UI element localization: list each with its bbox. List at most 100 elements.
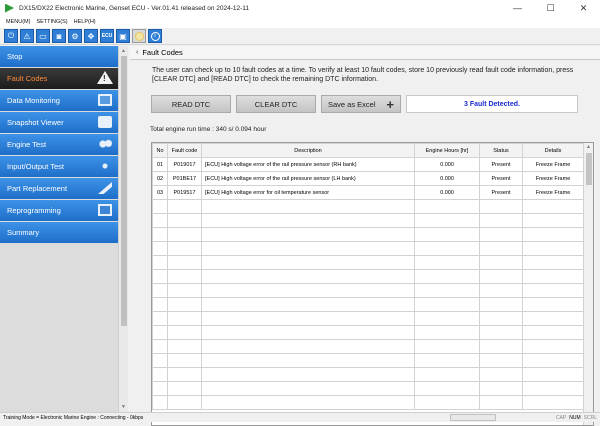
menu-main[interactable]: MENU(M): [6, 19, 30, 25]
scroll-up-icon[interactable]: ▲: [586, 144, 591, 150]
arrows-icon: [98, 160, 112, 172]
wrench-icon: [98, 182, 112, 194]
table-row: [152, 367, 584, 382]
warning-icon: [97, 71, 113, 84]
cell-engine-hours: 0.000: [414, 185, 480, 200]
cell-engine-hours: 0.000: [414, 157, 480, 172]
table-header-row: No Fault code Description Engine Hours […: [152, 143, 584, 158]
close-button[interactable]: ✕: [567, 0, 600, 16]
app-logo-icon: [5, 3, 14, 13]
sidebar-item-data-monitoring[interactable]: Data Monitoring: [0, 90, 118, 111]
sidebar-item-io-test[interactable]: Input/Output Test: [0, 156, 118, 177]
cell-fault-code: P019517: [167, 185, 202, 200]
header-fault-code: Fault code: [167, 143, 202, 158]
info-icon[interactable]: i: [148, 29, 162, 43]
cell-no: 01: [152, 157, 168, 172]
camera-icon: [98, 116, 112, 128]
save-excel-label: Save as Excel: [328, 99, 376, 109]
cell-details[interactable]: Freeze Frame: [522, 171, 584, 186]
read-dtc-button[interactable]: READ DTC: [151, 95, 231, 113]
sidebar-item-reprogramming[interactable]: Reprogramming: [0, 200, 118, 221]
table-row: [152, 311, 584, 326]
table-row: [152, 297, 584, 312]
chevron-left-icon: ‹: [136, 49, 139, 56]
header-engine-hours: Engine Hours [hr]: [414, 143, 480, 158]
cell-details[interactable]: Freeze Frame: [522, 157, 584, 172]
table-row: [152, 339, 584, 354]
scrl-indicator: SCRL: [583, 414, 597, 421]
cell-description: [ECU] High voltage error of the rail pre…: [201, 157, 415, 172]
table-row[interactable]: 02 P01BE17 [ECU] High voltage error of t…: [152, 171, 584, 186]
camera-icon[interactable]: ◙: [52, 29, 66, 43]
table-row: [152, 227, 584, 242]
sidebar-item-label: Engine Test: [7, 140, 47, 149]
toolbar: ⏻ ⚠ ▭ ◙ ⚙ ✥ ECU ▣ i: [0, 28, 600, 45]
cell-no: 03: [152, 185, 168, 200]
power-icon[interactable]: ⏻: [4, 29, 18, 43]
table-row: [152, 213, 584, 228]
monitor-icon: [98, 94, 112, 106]
cell-status: Present: [479, 185, 523, 200]
table-row: [152, 353, 584, 368]
scroll-up-icon[interactable]: ▲: [121, 48, 126, 54]
disc-icon[interactable]: [132, 29, 146, 43]
header-no: No: [152, 143, 168, 158]
sidebar-item-part-replacement[interactable]: Part Replacement: [0, 178, 118, 199]
gears-icon[interactable]: ⚙: [68, 29, 82, 43]
menu-help[interactable]: HELP(H): [74, 19, 96, 25]
warning-icon[interactable]: ⚠: [20, 29, 34, 43]
table-row: [152, 255, 584, 270]
num-indicator: NUM: [569, 414, 581, 421]
arrows-icon[interactable]: ✥: [84, 29, 98, 43]
cap-indicator: CAP: [555, 414, 567, 421]
sidebar-item-label: Snapshot Viewer: [7, 118, 64, 127]
table-row: [152, 241, 584, 256]
table-row: [152, 269, 584, 284]
panel-description: The user can check up to 10 fault codes …: [152, 67, 574, 83]
cell-status: Present: [479, 157, 523, 172]
sidebar-item-label: Data Monitoring: [7, 96, 60, 105]
header-details: Details: [522, 143, 584, 158]
ecu-icon[interactable]: ECU: [100, 29, 114, 43]
status-bar: Training Mode = Electronic Marine Engine…: [0, 412, 600, 422]
monitor-icon[interactable]: ▭: [36, 29, 50, 43]
sidebar-item-fault-codes[interactable]: Fault Codes: [0, 68, 118, 89]
sidebar-item-summary[interactable]: Summary: [0, 222, 118, 243]
cell-description: [ECU] High voltage error of the rail pre…: [201, 171, 415, 186]
window-title: DX15/DX22 Electronic Marine, Genset ECU …: [19, 4, 250, 12]
clear-dtc-button[interactable]: CLEAR DTC: [236, 95, 316, 113]
sidebar: Stop Fault Codes Data Monitoring Snapsho…: [0, 46, 128, 412]
table-row: [152, 395, 584, 410]
sidebar-item-snapshot-viewer[interactable]: Snapshot Viewer: [0, 112, 118, 133]
cell-description: [ECU] High voltage error for oil tempera…: [201, 185, 415, 200]
menu-setting[interactable]: SETTING(S): [36, 19, 67, 25]
cell-status: Present: [479, 171, 523, 186]
table-row: [152, 199, 584, 214]
title-bar: DX15/DX22 Electronic Marine, Genset ECU …: [0, 0, 600, 16]
chip-icon[interactable]: ▣: [116, 29, 130, 43]
cell-details[interactable]: Freeze Frame: [522, 185, 584, 200]
table-scrollbar[interactable]: ▲ ▼: [583, 143, 593, 425]
fault-codes-panel: ‹ Fault Codes The user can check up to 1…: [130, 46, 600, 426]
table-row[interactable]: 01 P019017 [ECU] High voltage error of t…: [152, 157, 584, 172]
scroll-down-icon[interactable]: ▼: [121, 404, 126, 410]
sidebar-item-stop[interactable]: Stop: [0, 46, 118, 67]
maximize-button[interactable]: ☐: [534, 0, 567, 16]
panel-header: ‹ Fault Codes: [130, 46, 600, 60]
sidebar-scrollbar[interactable]: ▲ ▼: [118, 46, 128, 412]
minimize-button[interactable]: —: [501, 0, 534, 16]
status-message: Training Mode = Electronic Marine Engine…: [3, 414, 144, 421]
sidebar-item-label: Part Replacement: [7, 184, 68, 193]
scrollbar-thumb[interactable]: [121, 56, 127, 326]
sidebar-item-engine-test[interactable]: Engine Test: [0, 134, 118, 155]
cell-no: 02: [152, 171, 168, 186]
panel-title: Fault Codes: [142, 48, 183, 57]
engine-runtime: Total engine run time : 340 s/ 0.094 hou…: [150, 126, 267, 133]
scrollbar-thumb[interactable]: [586, 153, 592, 185]
cell-fault-code: P01BE17: [167, 171, 202, 186]
sidebar-item-label: Fault Codes: [7, 74, 48, 83]
sidebar-item-label: Reprogramming: [7, 206, 61, 215]
save-excel-button[interactable]: Save as Excel +: [321, 95, 401, 113]
table-row[interactable]: 03 P019517 [ECU] High voltage error for …: [152, 185, 584, 200]
plus-icon: +: [386, 97, 394, 112]
